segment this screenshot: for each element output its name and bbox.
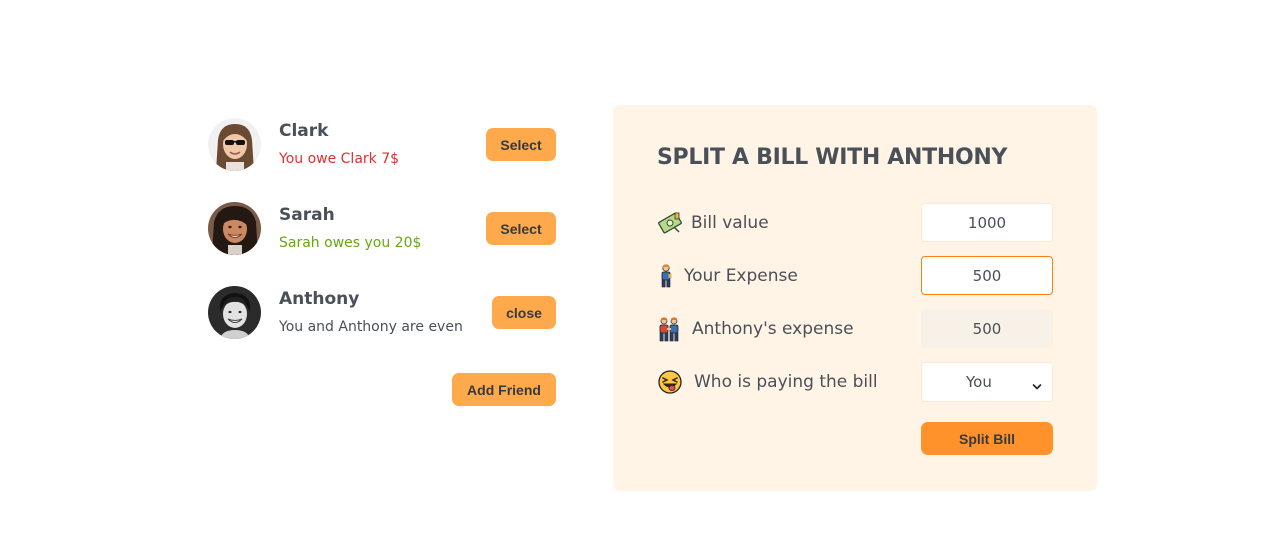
friend-name: Clark [279, 121, 329, 141]
select-friend-button[interactable]: Select [486, 212, 556, 245]
bill-value-row: Bill value [657, 203, 1053, 243]
money-icon [657, 210, 683, 236]
avatar-anthony [208, 286, 261, 339]
form-title: SPLIT A BILL WITH ANTHONY [657, 145, 1008, 170]
person-standing-icon [657, 263, 675, 289]
payer-label: Who is paying the bill [694, 372, 878, 392]
chevron-down-icon [1032, 377, 1042, 396]
friend-name: Anthony [279, 289, 360, 309]
friends-sidebar: Clark You owe Clark 7$ Select Sarah Sara… [206, 108, 558, 406]
payer-select-value: You [966, 373, 992, 391]
friend-expense-input [921, 309, 1053, 348]
bill-value-input[interactable] [921, 203, 1053, 242]
tongue-face-icon [657, 369, 683, 395]
avatar-sarah [208, 202, 261, 255]
friend-expense-label: Anthony's expense [692, 319, 854, 339]
friend-expense-row: Anthony's expense [657, 309, 1053, 349]
close-friend-button[interactable]: close [492, 296, 556, 329]
your-expense-label: Your Expense [684, 266, 798, 286]
payer-select[interactable]: You [921, 362, 1053, 402]
friend-balance-status: Sarah owes you 20$ [279, 235, 422, 251]
payer-row: Who is paying the bill You [657, 362, 1053, 402]
split-bill-form: SPLIT A BILL WITH ANTHONY Bill value 100… [613, 105, 1097, 491]
friend-item-anthony: Anthony You and Anthony are even close [206, 276, 558, 360]
friend-name: Sarah [279, 205, 335, 225]
friend-balance-status: You and Anthony are even [279, 319, 463, 335]
your-expense-row: Your Expense [657, 256, 1053, 296]
two-people-icon [657, 316, 683, 342]
add-friend-row: Add Friend [206, 360, 558, 406]
your-expense-input[interactable] [921, 256, 1053, 295]
split-bill-button[interactable]: Split Bill [921, 422, 1053, 455]
add-friend-button[interactable]: Add Friend [452, 373, 556, 406]
bill-value-label: Bill value [691, 213, 769, 233]
friend-item-sarah: Sarah Sarah owes you 20$ Select [206, 192, 558, 276]
friend-item-clark: Clark You owe Clark 7$ Select [206, 108, 558, 192]
avatar-clark [208, 118, 261, 171]
friend-balance-status: You owe Clark 7$ [279, 151, 400, 167]
select-friend-button[interactable]: Select [486, 128, 556, 161]
